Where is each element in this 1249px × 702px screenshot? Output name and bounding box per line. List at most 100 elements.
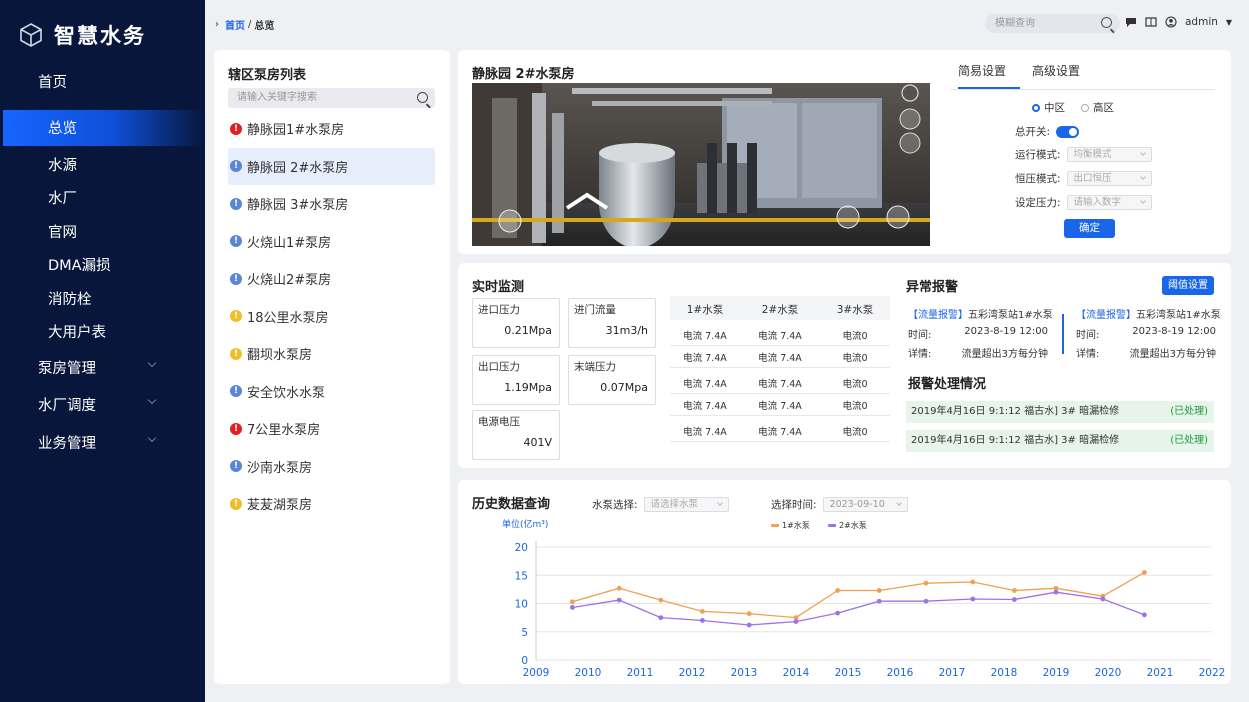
sidebar-item[interactable]: 消防栓 <box>0 282 205 316</box>
run-mode-select[interactable]: 均衡模式 <box>1066 147 1152 162</box>
pump-room-video[interactable] <box>472 83 930 246</box>
station-name: 苃苃湖泵房 <box>247 498 313 514</box>
pump-table-header-cell: 3#水泵 <box>836 304 874 316</box>
radio-middle-zone[interactable] <box>1032 103 1040 112</box>
pressure-mode-select[interactable]: 出口恒压 <box>1066 171 1152 186</box>
data-point <box>970 596 976 602</box>
legend-label: 2#水泵 <box>839 520 867 530</box>
data-point <box>876 588 882 593</box>
sidebar-nav: 首页总览 水源水厂官网 DMA漏损 消防栓 大用户表 泵房管理水厂调度业务管理 <box>0 65 205 461</box>
station-list-item[interactable]: ! 火烧山1#泵房 <box>228 223 435 261</box>
station-list-item[interactable]: ! 火烧山2#泵房 <box>228 260 435 298</box>
station-name: 静脉园 3#水泵房 <box>247 198 349 214</box>
tab-simple-settings[interactable]: 简易设置 <box>958 63 1020 89</box>
pump-table-cell: 电流 7.4A <box>758 427 802 438</box>
pump-table-cell: 电流 7.4A <box>683 401 727 412</box>
monitor-box: 进门流量 31m3/h <box>568 298 656 348</box>
y-tick-label: 5 <box>521 627 528 639</box>
sidebar-item[interactable]: 大用户表 <box>0 315 205 349</box>
data-point <box>746 622 752 628</box>
sidebar-item[interactable]: 泵房管理 <box>0 349 205 387</box>
app-logo[interactable]: 智慧水务 <box>0 0 205 70</box>
caret-down-icon[interactable]: ▼ <box>1226 18 1232 27</box>
sidebar-item[interactable]: 总览 <box>3 109 205 146</box>
station-list-item[interactable]: ! 静脉园 3#水泵房 <box>228 185 435 223</box>
sidebar-item[interactable]: 业务管理 <box>0 424 205 462</box>
monitor-box-label: 出口压力 <box>478 361 520 373</box>
handle-row[interactable]: 2019年4月16日 9:1:12 福古水] 3# 暗漏检修 (已处理) <box>906 430 1214 452</box>
sidebar-item-label: 水厂调度 <box>38 398 96 415</box>
message-icon[interactable] <box>1125 16 1137 28</box>
search-icon[interactable] <box>1101 17 1112 28</box>
sidebar-item-label: 业务管理 <box>38 435 96 452</box>
data-point <box>1100 596 1106 602</box>
global-search-input[interactable]: 模糊查询 <box>985 14 1120 33</box>
station-list-item[interactable]: ! 苃苃湖泵房 <box>228 485 435 523</box>
sidebar-item-label: 水厂 <box>48 191 77 208</box>
x-tick-label: 2021 <box>1147 667 1174 679</box>
radio-high-zone[interactable] <box>1081 103 1089 112</box>
sidebar-item[interactable]: 官网 <box>0 215 205 249</box>
confirm-button[interactable]: 确定 <box>1064 219 1115 238</box>
run-mode-label: 运行模式: <box>1015 149 1061 161</box>
station-list: ! 静脉园1#水泵房! 静脉园 2#水泵房! 静脉园 3#水泵房! 火烧山1#泵房! 火烧… <box>228 110 435 523</box>
sidebar-item[interactable]: 水厂调度 <box>0 386 205 424</box>
breadcrumb-current: 总览 <box>254 21 275 32</box>
station-name: 7公里水泵房 <box>247 423 321 439</box>
user-name[interactable]: admin <box>1185 16 1218 28</box>
station-name: 静脉园1#水泵房 <box>247 123 345 139</box>
app-title: 智慧水务 <box>54 24 146 48</box>
station-list-item[interactable]: ! 安全饮水水泵 <box>228 373 435 411</box>
station-list-item[interactable]: ! 7公里水泵房 <box>228 410 435 448</box>
sidebar-item[interactable]: DMA漏损 <box>0 248 205 282</box>
book-icon[interactable] <box>1145 16 1157 28</box>
data-point <box>835 610 840 616</box>
set-pressure-label: 设定压力: <box>1015 197 1061 209</box>
station-list-item[interactable]: ! 翻坝水泵房 <box>228 335 435 373</box>
pump-filter-select[interactable]: 请选择水泵 <box>643 497 729 512</box>
main-switch-toggle[interactable] <box>1056 125 1080 138</box>
sidebar-item[interactable]: 水厂 <box>0 181 205 215</box>
alarm-detail-label: 详情: <box>1076 349 1100 360</box>
threshold-settings-button[interactable]: 阈值设置 <box>1162 276 1214 295</box>
handle-row[interactable]: 2019年4月16日 9:1:12 福古水] 3# 暗漏检修 (已处理) <box>906 401 1214 423</box>
tab-advanced-settings[interactable]: 高级设置 <box>1032 63 1080 89</box>
time-filter-value: 2023-09-10 <box>829 499 885 510</box>
sidebar-item[interactable]: 水源 <box>0 148 205 182</box>
station-search-input[interactable]: 请输入关键字搜索 <box>228 88 435 108</box>
station-name: 静脉园 2#水泵房 <box>247 160 349 176</box>
pump-filter-placeholder: 请选择水泵 <box>650 499 699 510</box>
alarm-handle-title: 报警处理情况 <box>908 377 987 392</box>
sidebar-item[interactable]: 首页 <box>0 65 205 99</box>
pump-table-header-cell: 1#水泵 <box>686 304 724 316</box>
chevron-down-icon <box>1139 198 1146 204</box>
pump-table-row-line <box>670 367 890 368</box>
alarm-card-header: 【流量报警】五彩湾泵站1#水泵 <box>1076 306 1221 321</box>
chevron-down-icon <box>147 395 157 405</box>
y-tick-label: 10 <box>515 599 528 611</box>
monitor-box-label: 进口压力 <box>478 304 520 316</box>
pump-table-cell: 电流 7.4A <box>758 331 802 342</box>
search-icon[interactable] <box>417 92 428 103</box>
station-list-item[interactable]: ! 静脉园1#水泵房 <box>228 110 435 148</box>
monitor-box-label: 电源电压 <box>478 416 520 428</box>
station-search-placeholder: 请输入关键字搜索 <box>237 92 317 103</box>
info-icon: ! <box>230 385 242 398</box>
pump-table-cell: 电流 7.4A <box>683 427 727 438</box>
station-name: 翻坝水泵房 <box>247 348 313 364</box>
alarm-time-label: 时间: <box>908 330 932 341</box>
time-filter-select[interactable]: 2023-09-10 <box>822 497 908 512</box>
pump-table-header-cell: 2#水泵 <box>761 304 799 316</box>
pump-room-image <box>472 83 930 246</box>
user-icon[interactable] <box>1165 16 1177 28</box>
monitor-panel: 实时监测 进口压力 0.21Mpa 进门流量 31m3/h 出口压力 1.19Mpa 末端压… <box>458 263 1231 468</box>
global-search-placeholder: 模糊查询 <box>995 18 1035 29</box>
breadcrumb-home[interactable]: 首页 <box>225 17 245 32</box>
x-tick-label: 2019 <box>1043 667 1070 679</box>
station-list-item[interactable]: ! 18公里水泵房 <box>228 298 435 336</box>
set-pressure-input[interactable]: 请输入数字 <box>1066 195 1152 210</box>
pressure-mode-value: 出口恒压 <box>1073 173 1112 184</box>
station-list-item[interactable]: ! 沙南水泵房 <box>228 448 435 486</box>
alarm-detail: 流量超出3方每分钟 <box>1129 349 1216 360</box>
station-list-item[interactable]: ! 静脉园 2#水泵房 <box>228 147 435 185</box>
